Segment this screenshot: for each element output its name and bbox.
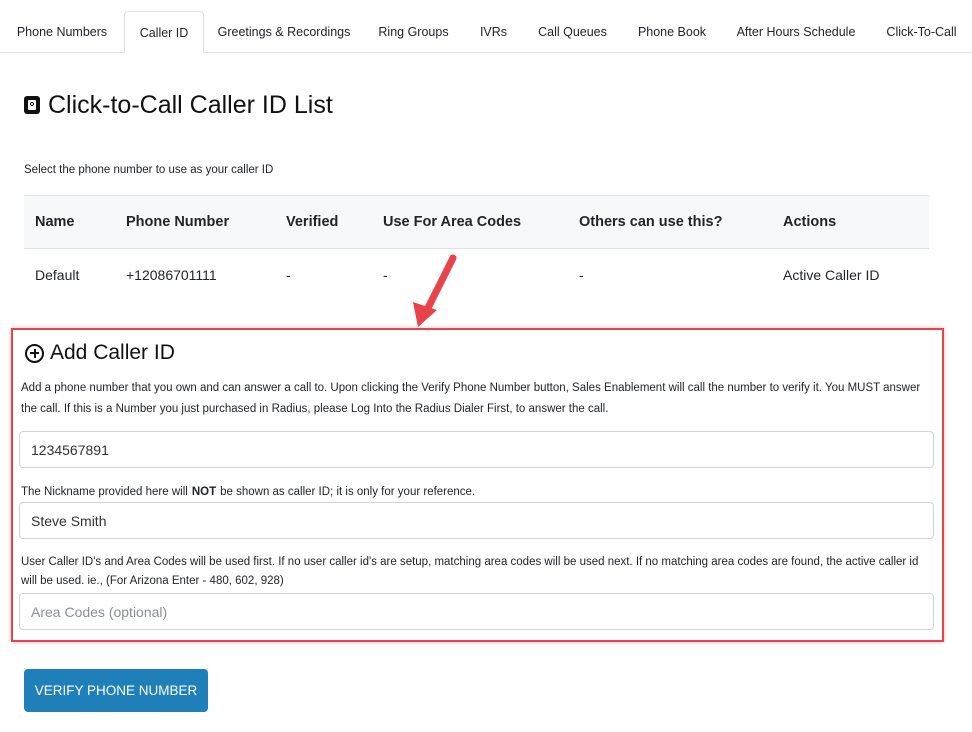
phone-number-input[interactable] bbox=[19, 431, 934, 468]
cell-phone-number: +12086701111 bbox=[126, 266, 217, 283]
table-row: Default +12086701111 - - - Active Caller… bbox=[24, 249, 929, 301]
tab-ivrs[interactable]: IVRs bbox=[467, 11, 520, 53]
tab-click-to-call[interactable]: Click-To-Call bbox=[873, 11, 970, 53]
tab-phone-numbers[interactable]: Phone Numbers bbox=[5, 11, 119, 53]
contact-card-icon bbox=[24, 96, 40, 114]
verify-phone-number-button[interactable]: VERIFY PHONE NUMBER bbox=[24, 669, 208, 712]
nickname-note: The Nickname provided here will NOT be sho… bbox=[21, 486, 475, 498]
nickname-note-text-end: be shown as caller ID; it is only for yo… bbox=[220, 486, 476, 498]
table-header-row: Name Phone Number Verified Use For Area … bbox=[24, 195, 929, 249]
tab-ring-groups[interactable]: Ring Groups bbox=[364, 11, 463, 53]
tab-bar: Phone Numbers Caller ID Greetings & Reco… bbox=[0, 11, 972, 54]
area-codes-note: User Caller ID's and Area Codes will be … bbox=[21, 556, 919, 587]
red-arrow-icon bbox=[413, 254, 457, 327]
column-header-actions: Actions bbox=[772, 195, 929, 249]
page-title-text: Click-to-Call Caller ID List bbox=[48, 90, 333, 119]
tab-caller-id[interactable]: Caller ID bbox=[124, 11, 204, 54]
add-caller-id-title-text: Add Caller ID bbox=[50, 341, 175, 364]
column-header-verified: Verified bbox=[275, 195, 372, 249]
caller-id-table: Name Phone Number Verified Use For Area … bbox=[24, 195, 929, 300]
tab-call-queues[interactable]: Call Queues bbox=[524, 11, 621, 53]
cell-others-can-use: - bbox=[579, 266, 584, 283]
plus-circle-icon bbox=[25, 343, 44, 363]
cell-verified: - bbox=[286, 266, 291, 283]
nickname-note-text: The Nickname provided here will bbox=[21, 486, 188, 498]
column-header-phone-number: Phone Number bbox=[115, 195, 275, 249]
page-subtitle: Select the phone number to use as your c… bbox=[24, 164, 274, 176]
cell-name: Default bbox=[35, 266, 80, 283]
nickname-input[interactable] bbox=[19, 502, 934, 539]
column-header-area-codes: Use For Area Codes bbox=[372, 195, 568, 249]
column-header-others-can-use: Others can use this? bbox=[568, 195, 772, 249]
add-caller-id-section: Add Caller ID Add a phone number that yo… bbox=[11, 328, 944, 642]
cell-action-active-caller-id[interactable]: Active Caller ID bbox=[772, 249, 929, 301]
tab-phone-book[interactable]: Phone Book bbox=[625, 11, 719, 53]
add-caller-id-description: Add a phone number that you own and can … bbox=[21, 382, 921, 415]
column-header-name: Name bbox=[24, 195, 115, 249]
page-title: Click-to-Call Caller ID List bbox=[24, 88, 333, 122]
add-caller-id-title: Add Caller ID bbox=[25, 340, 175, 366]
area-codes-input[interactable] bbox=[19, 593, 934, 630]
tab-greetings-recordings[interactable]: Greetings & Recordings bbox=[208, 11, 360, 53]
nickname-note-emphasis: NOT bbox=[191, 486, 217, 498]
tab-after-hours-schedule[interactable]: After Hours Schedule bbox=[723, 11, 869, 53]
